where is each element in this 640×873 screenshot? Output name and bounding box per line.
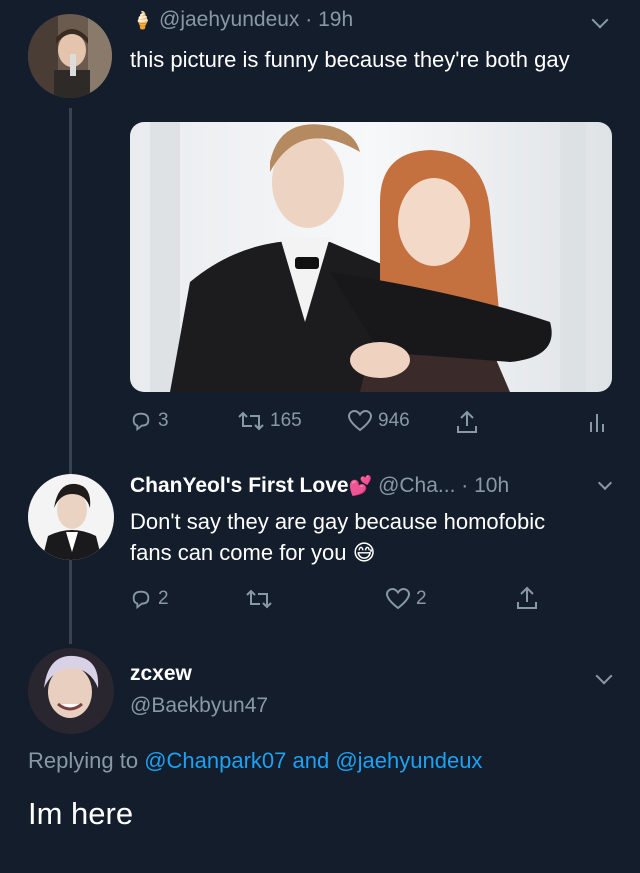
analytics-icon (590, 414, 604, 432)
like-button[interactable]: 2 (386, 588, 427, 610)
like-icon (386, 588, 410, 610)
tweet-header: zcxew (130, 662, 192, 686)
mention-and: and (286, 748, 336, 773)
like-count: 2 (416, 588, 427, 609)
mention-link[interactable]: @jaehyundeux (335, 748, 482, 773)
retweet-count: 165 (270, 410, 302, 431)
retweet-icon (246, 589, 272, 609)
share-button[interactable] (456, 410, 478, 434)
reply-icon (132, 590, 150, 610)
share-icon (457, 410, 477, 433)
emoji-badge: 💕 (348, 476, 373, 497)
reply-count: 3 (158, 410, 169, 431)
emoji-badge: 🍦 (132, 11, 154, 30)
retweet-button[interactable] (246, 588, 278, 610)
timestamp[interactable]: 19h (318, 8, 353, 31)
tweet-text: this picture is funny because they're bo… (130, 47, 570, 72)
chevron-down-icon[interactable] (595, 667, 613, 685)
like-button[interactable]: 946 (348, 410, 410, 432)
retweet-button[interactable]: 165 (238, 410, 302, 432)
emoji-sweat-smile: 😅 (352, 540, 376, 565)
user-handle[interactable]: @Cha... (378, 474, 455, 497)
thread-connector-line (69, 108, 72, 644)
share-icon (517, 586, 537, 609)
reply-button[interactable]: 3 (130, 410, 169, 432)
retweet-icon (238, 411, 264, 431)
user-handle-line: @Baekbyun47 (130, 694, 268, 718)
tweet-text-body: Don't say they are gay because homofobic… (130, 509, 546, 565)
like-icon (348, 410, 372, 432)
display-name[interactable]: ChanYeol's First Love (130, 474, 349, 497)
mention-link[interactable]: @Chanpark07 (144, 748, 286, 773)
tweet-text: Don't say they are gay because homofobic… (130, 506, 550, 568)
like-count: 946 (378, 410, 410, 431)
user-handle[interactable]: @jaehyundeux (159, 8, 299, 31)
separator-dot: · (455, 474, 475, 497)
user-handle[interactable]: @Baekbyun47 (130, 694, 268, 717)
avatar[interactable] (28, 474, 114, 560)
reply-count: 2 (158, 588, 169, 609)
tweet-header: ChanYeol's First Love💕 @Cha... · 10h (130, 474, 509, 498)
analytics-button[interactable] (588, 410, 606, 434)
tweet-header: 🍦 @jaehyundeux · 19h (132, 8, 353, 32)
replying-prefix: Replying to (28, 748, 145, 773)
chevron-down-icon[interactable] (597, 475, 613, 491)
reply-icon (132, 412, 150, 432)
share-button[interactable] (516, 586, 538, 610)
timestamp[interactable]: 10h (474, 474, 509, 497)
separator-dot: · (299, 8, 319, 31)
avatar[interactable] (28, 648, 114, 734)
replying-to: Replying to @Chanpark07 and @jaehyundeux (28, 748, 482, 774)
tweet-photo[interactable] (130, 122, 612, 392)
reply-button[interactable]: 2 (130, 588, 169, 610)
avatar[interactable] (28, 14, 112, 98)
display-name[interactable]: zcxew (130, 662, 192, 685)
tweet-text: Im here (28, 796, 134, 831)
chevron-down-icon[interactable] (591, 11, 609, 29)
